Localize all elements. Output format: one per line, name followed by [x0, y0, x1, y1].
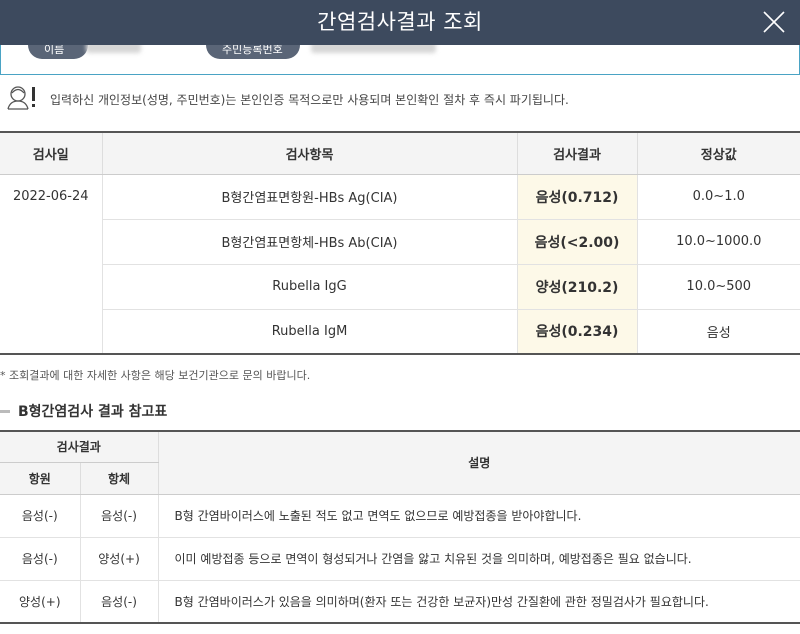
person-alert-icon [7, 86, 35, 110]
results-header-row: 검사일 검사항목 검사결과 정상값 [0, 132, 800, 175]
table-row: 양성(+) 음성(-) B형 간염바이러스가 있음을 의미하며(환자 또는 건강… [0, 580, 800, 623]
test-result: 음성(<2.00) [516, 219, 637, 265]
normal-value: 10.0~1000.0 [636, 219, 800, 265]
results-table: 검사일 검사항목 검사결과 정상값 2022-06-24 B형간염표면항원-HB… [0, 131, 800, 355]
test-item: Rubella IgM [101, 309, 517, 354]
header-test-result: 검사결과 [0, 431, 159, 463]
table-row: 음성(-) 음성(-) B형 간염바이러스에 노출된 적도 없고 면역도 없으므… [0, 494, 800, 538]
test-item: B형간염표면항체-HBs Ab(CIA) [101, 219, 517, 265]
test-result: 음성(0.234) [516, 309, 637, 354]
header-date: 검사일 [0, 132, 102, 175]
footnote: * 조회결과에 대한 자세한 사항은 해당 보건기관으로 문의 바랍니다. [0, 369, 311, 382]
antigen-value: 양성(+) [19, 594, 61, 609]
user-info-strip: 이름 주민등록번호 [0, 45, 800, 75]
rrn-value-masked [311, 45, 436, 53]
header-normal: 정상값 [636, 132, 800, 175]
dialog-title: 간염검사결과 조회 [317, 10, 483, 34]
privacy-notice: 입력하신 개인정보(성명, 주민번호)는 본인인증 목적으로만 사용되며 본인확… [0, 84, 800, 112]
test-item: B형간염표면항원-HBs Ag(CIA) [101, 174, 517, 220]
header-antigen: 항원 [0, 462, 80, 495]
description-text: B형 간염바이러스가 있음을 의미하며(환자 또는 건강한 보균자)만성 간질환… [157, 580, 800, 623]
table-row: 음성(-) 양성(+) 이미 예방접종 등으로 면역이 형성되거나 간염을 앓고… [0, 537, 800, 581]
dialog-header: 간염검사결과 조회 [0, 0, 800, 45]
antigen-value: 음성(-) [0, 537, 80, 581]
section-bar [0, 409, 10, 413]
header-item: 검사항목 [101, 132, 517, 175]
test-date: 2022-06-24 [0, 174, 102, 355]
header-description: 설명 [157, 431, 800, 495]
test-result: 양성(210.2) [516, 264, 637, 310]
table-row: B형간염표면항체-HBs Ab(CIA) 음성(<2.00) 10.0~1000… [0, 219, 800, 265]
name-label: 이름 [28, 45, 88, 59]
reference-section-title: B형간염검사 결과 참고표 [0, 401, 167, 421]
normal-value: 음성 [636, 309, 800, 354]
table-row: 2022-06-24 B형간염표면항원-HBs Ag(CIA) 음성(0.712… [0, 174, 800, 355]
privacy-notice-text: 입력하신 개인정보(성명, 주민번호)는 본인인증 목적으로만 사용되며 본인확… [50, 93, 569, 107]
antibody-value: 음성(-) [79, 494, 159, 538]
antigen-value: 음성(-) [0, 494, 80, 538]
header-antibody: 항체 [79, 462, 159, 495]
antibody-value: 음성(-) [79, 580, 159, 623]
header-result: 검사결과 [516, 132, 637, 175]
description-text: B형 간염바이러스에 노출된 적도 없고 면역도 없으므로 예방접종을 받아야합… [157, 494, 800, 538]
description-text: 이미 예방접종 등으로 면역이 형성되거나 간염을 앓고 치유된 것을 의미하며… [157, 537, 800, 581]
reference-header-row: 검사결과 설명 [0, 431, 800, 495]
reference-title-text: B형간염검사 결과 참고표 [18, 404, 168, 420]
normal-value: 10.0~500 [636, 264, 800, 310]
reference-table: 검사결과 설명 항원 항체 음성(-) 음성(-) B형 간염바이러스에 노출된… [0, 430, 800, 624]
table-row: Rubella IgG 양성(210.2) 10.0~500 [0, 264, 800, 310]
table-row: Rubella IgM 음성(0.234) 음성 [0, 309, 800, 354]
antibody-value: 양성(+) [79, 537, 159, 581]
close-icon[interactable] [758, 6, 790, 38]
test-item: Rubella IgG [101, 264, 517, 310]
test-result: 음성(0.712) [516, 174, 637, 220]
normal-value: 0.0~1.0 [636, 174, 800, 220]
rrn-label: 주민등록번호 [206, 45, 300, 59]
name-value-masked [86, 45, 141, 53]
